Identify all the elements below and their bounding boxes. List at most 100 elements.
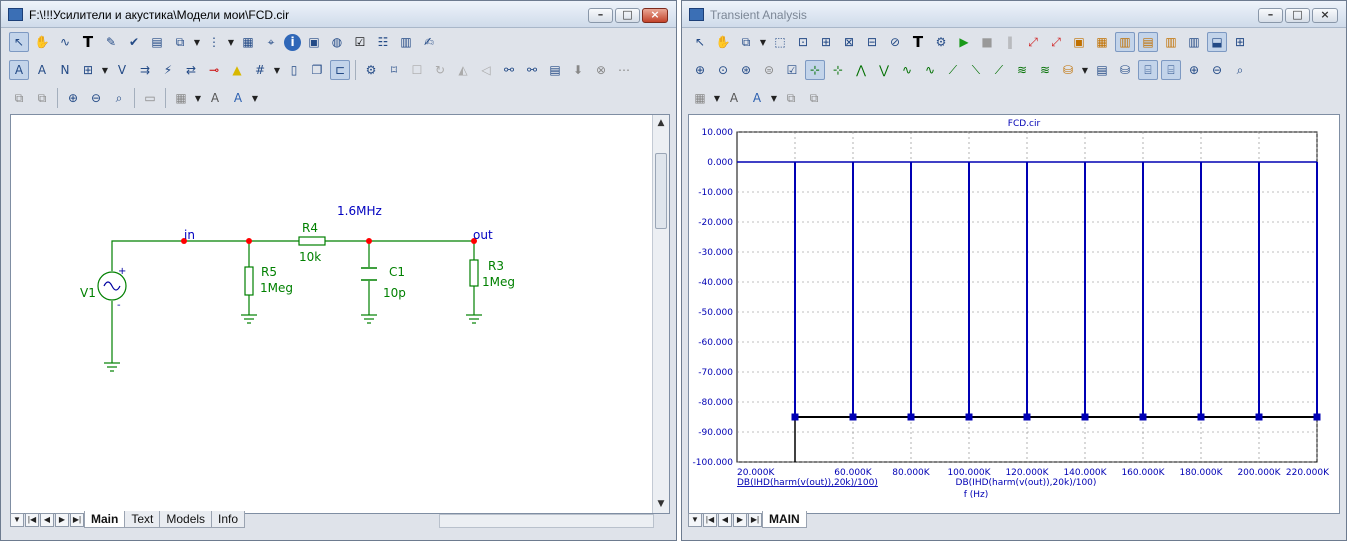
font-icon[interactable]: A [205,88,225,108]
select-arrow-icon[interactable]: ↖ [690,32,710,52]
tile-icon[interactable]: ▦ [690,88,710,108]
tile-icon[interactable]: ⊞ [1230,32,1250,52]
nav-next-icon[interactable]: ▶ [55,512,69,527]
component-icon[interactable]: ⧉ [170,32,190,52]
pause-icon[interactable]: ‖ [1000,32,1020,52]
dropdown-icon[interactable]: ▼ [273,66,281,75]
find-next-icon[interactable]: ⚯ [522,60,542,80]
page-icon[interactable]: ▯ [284,60,304,80]
nav-first-icon[interactable]: |◀ [703,512,717,527]
close-circle-icon[interactable]: ⊗ [591,60,611,80]
graph-points-icon[interactable]: ⤢ [1046,32,1066,52]
warning-icon[interactable]: ▲ [227,60,247,80]
dropdown-icon[interactable]: ▼ [251,94,259,103]
select-box-icon[interactable]: ☐ [407,60,427,80]
scale-icon[interactable]: ⬚ [770,32,790,52]
grid-list-icon[interactable]: ▦ [238,32,258,52]
dropdown-icon[interactable]: ▼ [759,38,767,47]
dropdown-icon[interactable]: ▼ [194,94,202,103]
page-icon[interactable]: ≋ [1035,60,1055,80]
stop-icon[interactable]: ⬇ [568,60,588,80]
node-voltage-icon[interactable]: ⊸ [204,60,224,80]
select-arrow-icon[interactable]: ↖ [9,32,29,52]
high-icon[interactable]: ⋀ [851,60,871,80]
nav-dropdown-icon[interactable]: ▼ [10,512,24,527]
restore-button[interactable]: □ [1285,8,1310,23]
inflection-icon[interactable]: ∿ [897,60,917,80]
condition-icon[interactable]: ⇄ [181,60,201,80]
bring-front-icon[interactable]: ⧉ [781,88,801,108]
nav-prev-icon[interactable]: ◀ [718,512,732,527]
autoscale-icon[interactable]: ⊠ [839,32,859,52]
dropdown-icon[interactable]: ▼ [101,66,109,75]
help-icon[interactable]: ▣ [304,32,324,52]
tab-text[interactable]: Text [124,511,161,528]
dropdown-icon[interactable]: ▼ [1081,66,1089,75]
wire-icon[interactable]: ∿ [55,32,75,52]
top-icon[interactable]: ∿ [920,60,940,80]
zoom-out-icon[interactable]: ⊖ [86,88,106,108]
send-back-icon[interactable]: ⧉ [32,88,52,108]
magnify-icon[interactable]: ⛁ [1115,60,1135,80]
zoom-previous-icon[interactable]: ⊜ [759,60,779,80]
layout3-icon[interactable]: ▥ [1115,32,1135,52]
dropdown-icon[interactable]: ▼ [713,94,721,103]
zoom-box-icon[interactable]: ⌸ [1138,60,1158,80]
voltage-icon[interactable]: V [112,60,132,80]
plot-icon[interactable]: ⊟ [862,32,882,52]
zoom-in-icon[interactable]: ⊕ [1184,60,1204,80]
settings-icon[interactable]: ⚙ [361,60,381,80]
nav-next-icon[interactable]: ▶ [733,512,747,527]
notebook-icon[interactable]: ▥ [396,32,416,52]
properties-icon[interactable]: ⊘ [885,32,905,52]
bottom-icon[interactable]: ⟋ [943,60,963,80]
graph-lines-icon[interactable]: ⤢ [1023,32,1043,52]
flip-icon[interactable]: ◁ [476,60,496,80]
nav-last-icon[interactable]: ▶| [748,512,762,527]
layout5-icon[interactable]: ▥ [1161,32,1181,52]
plot-canvas[interactable]: FCD.cir 10.000 0.000 -10.000 -20.000 -30.000… [688,114,1340,514]
probe-icon[interactable]: ✎ [101,32,121,52]
properties-icon[interactable]: ☷ [373,32,393,52]
rotate-icon[interactable]: ↻ [430,60,450,80]
color-icon[interactable]: A [228,88,248,108]
tab-main[interactable]: Main [84,511,126,528]
shrink-icon[interactable]: ⊡ [793,32,813,52]
tab-main[interactable]: MAIN [762,511,807,528]
stop-icon[interactable]: ■ [977,32,997,52]
zoom-in-icon[interactable]: ⊕ [690,60,710,80]
checkbox-icon[interactable]: ☑ [350,32,370,52]
close-button[interactable]: × [642,8,668,23]
dropdown-icon[interactable]: ▼ [193,38,201,47]
zoom-fit2-icon[interactable]: ⌸ [1161,60,1181,80]
find-icon[interactable]: ⌖ [261,32,281,52]
tab-models[interactable]: Models [159,511,213,528]
more-icon[interactable]: ⋯ [614,60,634,80]
low-icon[interactable]: ⋁ [874,60,894,80]
edit-icon[interactable]: ✍ [419,32,439,52]
title-bar[interactable]: Transient Analysis – □ × [682,1,1346,28]
snap-icon[interactable]: ⊏ [330,60,350,80]
layout2-icon[interactable]: ▦ [1092,32,1112,52]
run-icon[interactable]: ▶ [954,32,974,52]
layout4-icon[interactable]: ▤ [1138,32,1158,52]
expand-icon[interactable]: ⊞ [816,32,836,52]
cursor-mode-icon[interactable]: ☑ [782,60,802,80]
component-icon[interactable]: ⧉ [736,32,756,52]
text-tool-icon[interactable]: T [78,32,98,52]
pan-hand-icon[interactable]: ✋ [32,32,52,52]
dropdown-icon[interactable]: ▼ [227,38,235,47]
close-button[interactable]: × [1312,8,1338,23]
valley-icon[interactable]: ⊹ [828,60,848,80]
title-bar[interactable]: F:\!!!Усилители и акустика\Модели мои\FC… [1,1,676,28]
minimize-button[interactable]: – [588,8,613,23]
settings-icon[interactable]: ⚙ [931,32,951,52]
power-icon[interactable]: ⚡ [158,60,178,80]
text-tool-icon[interactable]: T [908,32,928,52]
vertical-scrollbar[interactable]: ▲ ▼ [652,115,669,513]
binoculars-icon[interactable]: ⚯ [499,60,519,80]
globe-icon[interactable]: ◍ [327,32,347,52]
hierarchy-icon[interactable]: ⋮ [204,32,224,52]
node-numbers-icon[interactable]: N [55,60,75,80]
peak-icon[interactable]: ⊹ [805,60,825,80]
